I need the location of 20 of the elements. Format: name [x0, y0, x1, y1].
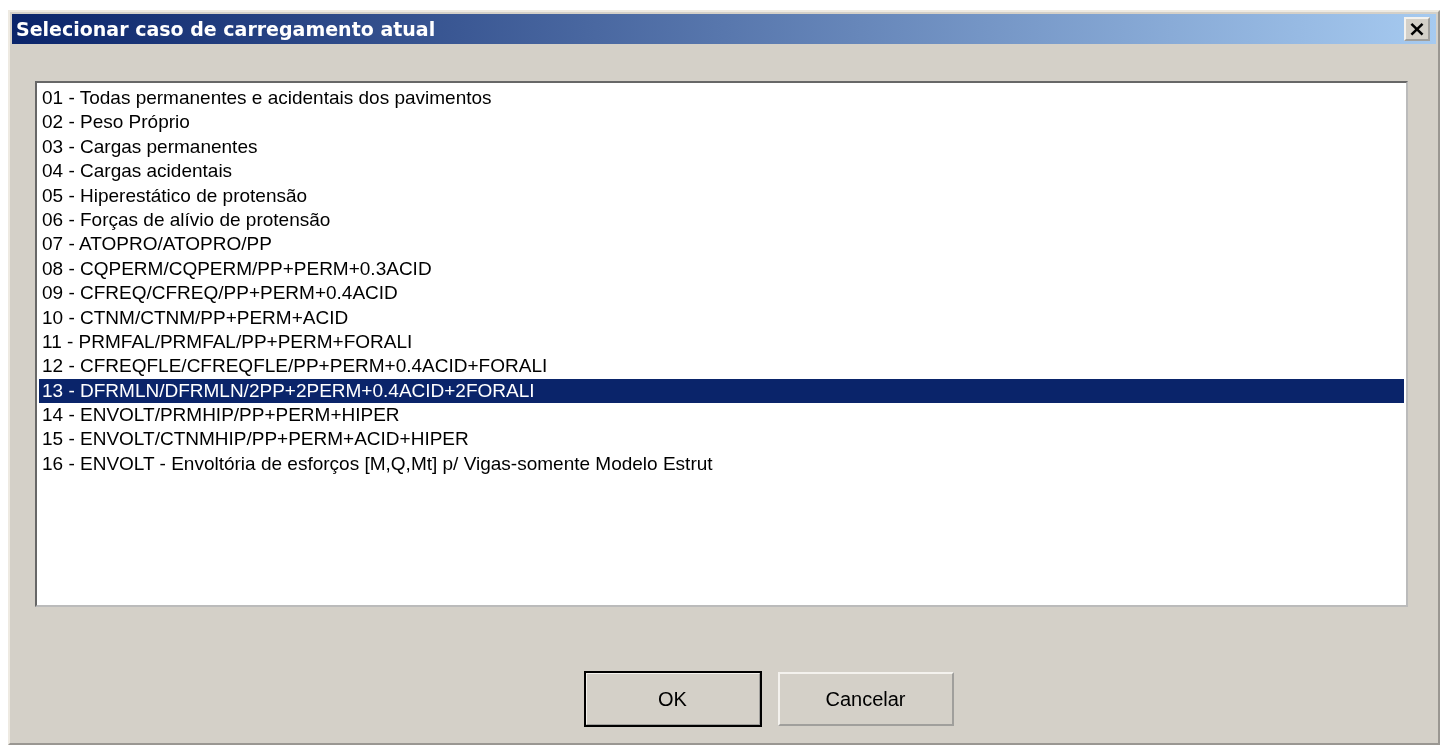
- list-item[interactable]: 01 - Todas permanentes e acidentais dos pavimentos: [39, 86, 1404, 111]
- list-item[interactable]: 02 - Peso Próprio: [39, 110, 1404, 135]
- list-item[interactable]: 03 - Cargas permanentes: [39, 134, 1404, 160]
- list-item[interactable]: 05 - Hiperestático de protensão: [39, 183, 1404, 208]
- list-item[interactable]: 13 - DFRMLN/DFRMLN/2PP+2PERM+0.4ACID+2FORALI: [39, 378, 1404, 404]
- list-item[interactable]: 09 - CFREQ/CFREQ/PP+PERM+0.4ACID: [39, 281, 1404, 306]
- window-title: Selecionar caso de carregamento atual: [16, 18, 436, 40]
- list-item[interactable]: 04 - Cargas acidentais: [39, 159, 1404, 184]
- list-item[interactable]: 14 - ENVOLT/PRMHIP/PP+PERM+HIPER: [39, 403, 1404, 428]
- cancel-button[interactable]: Cancelar: [777, 672, 954, 726]
- list-item[interactable]: 10 - CTNM/CTNM/PP+PERM+ACID: [39, 305, 1404, 330]
- list-item[interactable]: 15 - ENVOLT/CTNMHIP/PP+PERM+ACID+HIPER: [39, 427, 1404, 452]
- list-item[interactable]: 12 - CFREQFLE/CFREQFLE/PP+PERM+0.4ACID+FORALI: [39, 354, 1404, 379]
- list-item[interactable]: 06 - Forças de alívio de protensão: [39, 207, 1404, 233]
- list-item[interactable]: 16 - ENVOLT - Envoltória de esforços [M,Q,Mt] p/ Vigas-somente Modelo Estrut: [39, 451, 1404, 477]
- list-item[interactable]: 08 - CQPERM/CQPERM/PP+PERM+0.3ACID: [39, 256, 1404, 282]
- ok-button[interactable]: OK: [584, 672, 761, 726]
- list-item[interactable]: 11 - PRMFAL/PRMFAL/PP+PERM+FORALI: [39, 329, 1404, 355]
- close-button[interactable]: ×: [1404, 17, 1430, 41]
- list-item[interactable]: 07 - ATOPRO/ATOPRO/PP: [39, 232, 1404, 257]
